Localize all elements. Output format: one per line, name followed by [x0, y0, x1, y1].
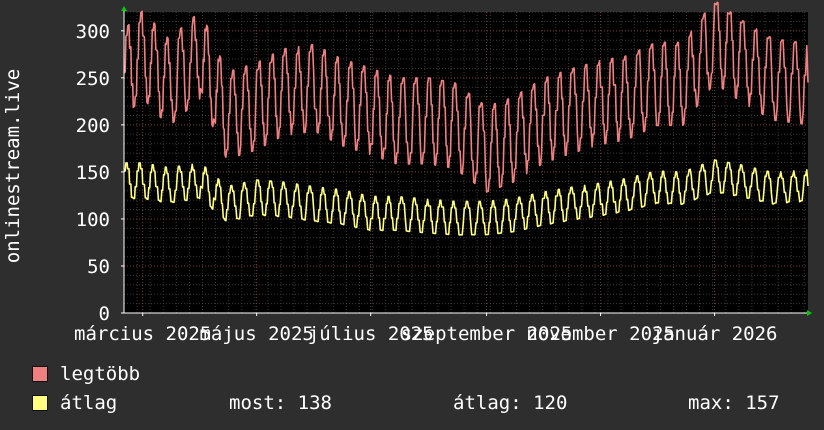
legend-swatch-legtobb: [32, 366, 48, 382]
y-axis-arrow: [121, 6, 127, 11]
legend-swatch-atlag: [32, 395, 48, 411]
x-axis-arrow: [807, 310, 812, 316]
x-tick-label: május 2025: [199, 323, 313, 345]
y-tick-label: 300: [76, 21, 110, 43]
line-chart: 0 50 100 150 200 250 300 március 2025május 202…: [2, 1, 812, 345]
y-tick-label: 250: [76, 68, 110, 90]
y-tick-label: 0: [99, 303, 110, 325]
stat-max: max: 157: [688, 392, 780, 414]
y-tick-label: 50: [87, 256, 110, 278]
x-tick-label: január 2026: [652, 323, 778, 345]
legend-label-legtobb: legtöbb: [60, 363, 141, 385]
y-axis-label: onlinestream.live: [2, 69, 24, 263]
legend-item-atlag: átlag most: 138 átlag: 120 max: 157: [32, 392, 812, 414]
x-tick-label: március 2025: [74, 323, 211, 345]
y-tick-label: 200: [76, 115, 110, 137]
stat-average: átlag: 120: [453, 392, 568, 414]
chart-container: 0 50 100 150 200 250 300 március 2025 május 202…: [0, 0, 824, 430]
stat-current: most: 138: [229, 392, 332, 414]
y-tick-label: 150: [76, 162, 110, 184]
legend-label-atlag: átlag: [60, 392, 118, 414]
y-tick-labels: 0 50 100 150 200 250 300: [76, 21, 124, 325]
x-tick-labels: március 2025május 2025július 2025szeptem…: [74, 313, 777, 345]
y-tick-label: 100: [76, 209, 110, 231]
